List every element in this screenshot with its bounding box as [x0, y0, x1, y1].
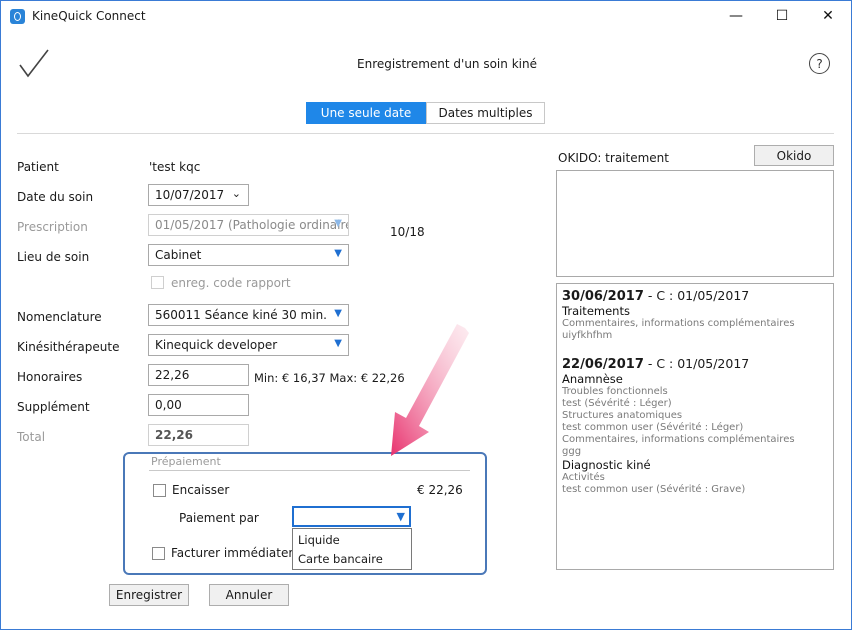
minimize-button[interactable]: —	[713, 1, 759, 31]
okido-text-area[interactable]	[556, 170, 834, 277]
honoraires-input[interactable]: 22,26	[148, 364, 249, 386]
prepaiement-divider	[149, 470, 470, 471]
maximize-button[interactable]: ☐	[759, 1, 805, 31]
history-entry-header: 30/06/2017 - C : 01/05/2017	[562, 288, 828, 304]
dropdown-arrow-icon: ▼	[334, 308, 342, 319]
history-detail: test common user (Sévérité : Grave)	[562, 484, 746, 495]
chevron-down-icon: ⌄	[231, 187, 241, 200]
paiement-dropdown-list: Liquide Carte bancaire	[292, 528, 412, 570]
date-label: Date du soin	[17, 190, 94, 204]
code-rapport-label: enreg. code rapport	[171, 276, 291, 290]
checkmark-icon[interactable]	[18, 48, 50, 78]
paiement-select[interactable]: ▼	[292, 506, 411, 527]
history-subtitle: - C : 01/05/2017	[643, 356, 750, 371]
lieu-label: Lieu de soin	[17, 250, 90, 264]
prepaiement-amount: € 22,26	[417, 483, 463, 497]
annotation-arrow-icon	[391, 324, 469, 456]
kine-label: Kinésithérapeute	[17, 340, 120, 354]
history-detail: uiyfkhfhm	[562, 330, 613, 341]
honoraires-range: Min: € 16,37 Max: € 22,26	[254, 371, 405, 385]
patient-label: Patient	[17, 160, 59, 174]
history-detail: Troubles fonctionnels	[562, 386, 668, 397]
history-list: 30/06/2017 - C : 01/05/2017 Traitements Co…	[562, 288, 828, 496]
save-button[interactable]: Enregistrer	[109, 584, 189, 606]
encaisser-checkbox[interactable]	[153, 484, 166, 497]
facturer-label: Facturer immédiatem	[171, 546, 292, 560]
paiement-label: Paiement par	[179, 511, 259, 525]
prescription-label: Prescription	[17, 220, 88, 234]
supplement-label: Supplément	[17, 400, 90, 414]
option-liquide[interactable]: Liquide	[298, 533, 340, 547]
history-detail: Commentaires, informations complémentair…	[562, 434, 795, 445]
app-logo-icon	[10, 9, 25, 24]
patient-value: 'test kqc	[149, 160, 201, 174]
close-button[interactable]: ✕	[805, 1, 851, 31]
dropdown-arrow-icon: ▼	[334, 218, 342, 229]
nomenclature-select[interactable]: 560011 Séance kiné 30 min. ▼	[148, 304, 349, 326]
window-title: KineQuick Connect	[32, 9, 146, 23]
option-carte-bancaire[interactable]: Carte bancaire	[298, 552, 383, 566]
page-title: Enregistrement d'un soin kiné	[357, 57, 537, 71]
history-entry: 22/06/2017 - C : 01/05/2017 Anamnèse Troub…	[562, 356, 828, 496]
honoraires-label: Honoraires	[17, 370, 83, 384]
history-detail: Activités	[562, 472, 605, 483]
total-value: 22,26	[148, 424, 249, 446]
prepaiement-title: Prépaiement	[151, 455, 221, 468]
okido-label: OKIDO: traitement	[558, 151, 669, 165]
kine-select[interactable]: Kinequick developer ▼	[148, 334, 349, 356]
header-divider	[17, 133, 834, 134]
title-bar: KineQuick Connect — ☐ ✕	[1, 1, 851, 31]
cancel-button[interactable]: Annuler	[209, 584, 289, 606]
code-rapport-checkbox[interactable]	[151, 276, 164, 289]
help-icon[interactable]: ?	[809, 53, 830, 74]
dropdown-arrow-icon: ▼	[334, 248, 342, 259]
supplement-input[interactable]: 0,00	[148, 394, 249, 416]
history-subtitle: - C : 01/05/2017	[643, 288, 750, 303]
history-date: 22/06/2017	[562, 357, 644, 372]
history-section-title: Anamnèse	[562, 372, 623, 386]
facturer-checkbox[interactable]	[152, 547, 165, 560]
prescription-count: 10/18	[390, 225, 425, 239]
nomenclature-label: Nomenclature	[17, 310, 102, 324]
dropdown-arrow-icon: ▼	[396, 510, 405, 523]
date-picker[interactable]: 10/07/2017 ⌄	[148, 184, 249, 206]
history-date: 30/06/2017	[562, 289, 644, 304]
history-panel[interactable]: 30/06/2017 - C : 01/05/2017 Traitements Co…	[556, 283, 834, 570]
history-section-title: Diagnostic kiné	[562, 458, 651, 472]
history-entry-header: 22/06/2017 - C : 01/05/2017	[562, 356, 828, 372]
history-entry: 30/06/2017 - C : 01/05/2017 Traitements Co…	[562, 288, 828, 342]
history-detail: ggg	[562, 446, 582, 457]
okido-button[interactable]: Okido	[754, 145, 834, 166]
tab-dates-multiples[interactable]: Dates multiples	[426, 102, 545, 124]
prescription-select[interactable]: 01/05/2017 (Pathologie ordinaire ▼	[148, 214, 349, 236]
history-section-title: Traitements	[562, 304, 630, 318]
history-detail: test (Sévérité : Léger)	[562, 398, 672, 409]
history-detail: test common user (Sévérité : Léger)	[562, 422, 744, 433]
lieu-select[interactable]: Cabinet ▼	[148, 244, 349, 266]
dropdown-arrow-icon: ▼	[334, 338, 342, 349]
history-detail: Structures anatomiques	[562, 410, 683, 421]
encaisser-label: Encaisser	[172, 483, 230, 497]
history-detail: Commentaires, informations complémentair…	[562, 318, 795, 329]
total-label: Total	[17, 430, 46, 444]
tab-une-seule-date[interactable]: Une seule date	[306, 102, 426, 124]
